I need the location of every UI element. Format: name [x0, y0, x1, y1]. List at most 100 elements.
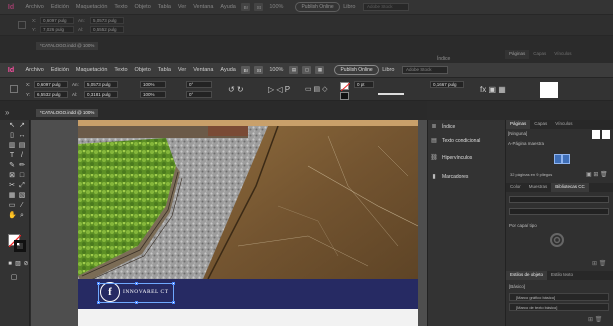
content-collector-icon[interactable]: ▥: [8, 142, 16, 150]
apply-none-icon[interactable]: ⊘: [22, 260, 30, 268]
document-tab[interactable]: *CATALOGO.indd @ 100%: [36, 109, 99, 117]
stroke-type-selector[interactable]: [378, 93, 404, 95]
menu-tabla[interactable]: Tabla: [154, 67, 174, 73]
reference-point-icon-bg[interactable]: [18, 21, 26, 29]
zoom-level-bg[interactable]: 100%: [265, 4, 287, 10]
flip-icons[interactable]: ▷ ◁ P: [268, 85, 290, 94]
menu-objeto-bg[interactable]: Objeto: [131, 4, 154, 10]
panel-hyperlinks[interactable]: ⛓ Hipervínculos: [430, 151, 504, 165]
type-tool-icon[interactable]: T: [8, 152, 16, 160]
library-selector[interactable]: [509, 196, 609, 203]
search-input-bg[interactable]: Adobe Stock: [362, 3, 409, 11]
width-field[interactable]: 5,0573 pulg: [84, 81, 118, 88]
scale-x-field[interactable]: 100%: [140, 81, 166, 88]
tab-pages[interactable]: Páginas: [506, 120, 531, 129]
page-thumb-1[interactable]: [554, 154, 562, 164]
x-field-bg[interactable]: 0,6097 pulg: [40, 17, 74, 24]
handle-bl[interactable]: [97, 301, 100, 304]
panel-conditional-text[interactable]: ▤ Texto condicional: [430, 134, 504, 148]
workspace-bg[interactable]: Libro: [340, 4, 359, 10]
selection-tool-icon[interactable]: ↖: [8, 122, 16, 130]
pen-tool-icon[interactable]: ✎: [8, 162, 16, 170]
panel-bookmarks[interactable]: ▮ Marcadores: [430, 170, 504, 184]
publish-online-button[interactable]: Publish Online: [334, 65, 379, 75]
panel-index[interactable]: ≣ Índice: [430, 120, 504, 134]
height-field[interactable]: 0,3181 pulg: [84, 91, 118, 98]
gradient-feather-tool-icon[interactable]: ▧: [18, 192, 26, 200]
pencil-tool-icon[interactable]: ✏: [18, 162, 26, 170]
stroke-color-icon[interactable]: [14, 240, 26, 252]
eyedropper-tool-icon[interactable]: ⁄: [18, 202, 26, 210]
menu-texto-bg[interactable]: Texto: [111, 4, 131, 10]
y-field-bg[interactable]: 7,026 pulg: [40, 26, 74, 33]
library-filter[interactable]: Por capa/ tipo: [509, 223, 537, 228]
handle-b[interactable]: [135, 301, 138, 304]
handle-br[interactable]: [172, 301, 175, 304]
page-thumb-2[interactable]: [562, 154, 570, 164]
new-page-icon[interactable]: ▣ ⊞ 🗑: [586, 171, 608, 178]
y-field[interactable]: 6,5532 pulg: [34, 91, 68, 98]
tab-pages-bg[interactable]: Páginas: [505, 50, 530, 59]
scissors-tool-icon[interactable]: ✂: [8, 182, 16, 190]
tab-links-bg[interactable]: Vínculos: [550, 50, 575, 59]
effects-icons[interactable]: fx ▣ ▦: [480, 85, 506, 94]
handle-t[interactable]: [135, 282, 138, 285]
document-canvas[interactable]: f INNOVAREL CT: [31, 120, 427, 326]
screen-mode-toggle-icon[interactable]: ▢: [10, 274, 18, 282]
bridge-icon[interactable]: Br: [241, 66, 251, 74]
workspace-switcher[interactable]: Libro: [379, 67, 398, 73]
menu-archivo[interactable]: Archivo: [22, 67, 47, 73]
library-actions-icon[interactable]: ⊞ 🗑: [592, 260, 606, 267]
library-search-input[interactable]: [509, 208, 609, 215]
page-preview-thumb[interactable]: [540, 82, 558, 98]
search-input[interactable]: Adobe Stock: [401, 66, 448, 74]
tab-color[interactable]: Color: [506, 183, 525, 192]
hand-tool-icon[interactable]: ✋: [8, 212, 17, 220]
shear-field[interactable]: 0°: [186, 91, 212, 98]
selection-frame[interactable]: [97, 282, 175, 304]
reference-point-icon[interactable]: [10, 85, 18, 93]
menu-edicion[interactable]: Edición: [47, 67, 72, 73]
content-placer-icon[interactable]: ▤: [18, 142, 26, 150]
none-master-thumb[interactable]: [592, 130, 600, 139]
rectangle-tool-icon[interactable]: □: [18, 172, 26, 180]
menu-ayuda-bg[interactable]: Ayuda: [217, 4, 240, 10]
document-tab-bg[interactable]: *CATALOGO.indd @ 100%: [36, 42, 99, 50]
menu-ventana-bg[interactable]: Ventana: [190, 4, 217, 10]
tab-swatches[interactable]: Muestras: [525, 183, 552, 192]
tab-layers[interactable]: Capas: [530, 120, 551, 129]
view-options-icon[interactable]: ▤: [289, 66, 299, 74]
menu-ver-bg[interactable]: Ver: [174, 4, 189, 10]
stock-icon[interactable]: St: [254, 66, 264, 74]
tab-object-styles[interactable]: Estilos de objeto: [506, 271, 548, 280]
bridge-icon-bg[interactable]: Br: [241, 3, 251, 11]
apply-gradient-icon[interactable]: ▨: [14, 260, 22, 268]
object-style-row-1[interactable]: [Marco gráfico básico]: [509, 293, 609, 301]
menu-texto[interactable]: Texto: [111, 67, 131, 73]
rectangle-frame-tool-icon[interactable]: ⊠: [8, 172, 16, 180]
tab-layers-bg[interactable]: Capas: [529, 50, 550, 59]
menu-maquetacion[interactable]: Maquetación: [72, 67, 111, 73]
document-page[interactable]: f INNOVAREL CT: [78, 126, 418, 326]
rotate-icons[interactable]: ↺ ↻: [228, 85, 244, 94]
scale-y-field[interactable]: 100%: [140, 91, 166, 98]
line-tool-icon[interactable]: /: [18, 152, 26, 160]
menu-maquetacion-bg[interactable]: Maquetación: [72, 4, 111, 10]
object-style-basic[interactable]: [Básico]: [509, 284, 525, 289]
zoom-tool-icon[interactable]: ⌕: [18, 212, 26, 220]
h-field-bg[interactable]: 0,5552 pulg: [90, 26, 124, 33]
arrange-documents-icon[interactable]: ▦: [315, 66, 325, 74]
tab-cc-libraries[interactable]: Bibliotecas CC: [551, 183, 589, 192]
object-style-actions-icon[interactable]: ⊞ 🗑: [588, 316, 602, 323]
menu-ventana[interactable]: Ventana: [190, 67, 217, 73]
menu-edicion-bg[interactable]: Edición: [47, 4, 72, 10]
tab-text-style[interactable]: Estilo texto: [547, 271, 577, 280]
stroke-swatch[interactable]: [340, 92, 349, 100]
x-field[interactable]: 0,6097 pulg: [34, 81, 68, 88]
w-field-bg[interactable]: 5,0573 pulg: [90, 17, 124, 24]
none-master[interactable]: [Ninguna]: [508, 131, 527, 136]
none-master-thumb-2[interactable]: [602, 130, 610, 139]
direct-selection-tool-icon[interactable]: ↗: [18, 122, 26, 130]
menu-tabla-bg[interactable]: Tabla: [154, 4, 174, 10]
collapse-tools-icon[interactable]: »: [5, 108, 9, 117]
